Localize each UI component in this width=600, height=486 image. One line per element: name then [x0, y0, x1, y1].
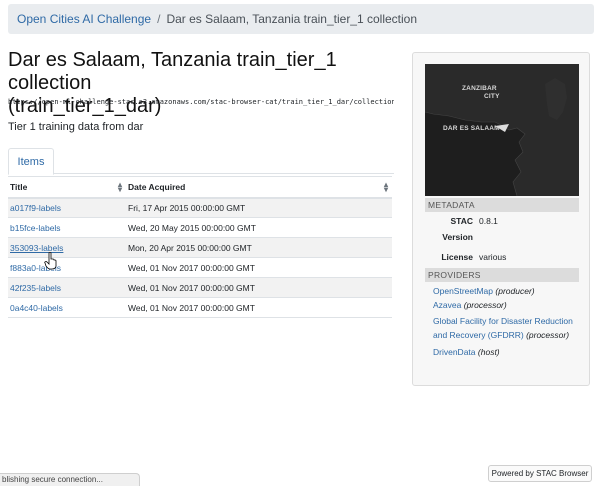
item-date: Wed, 01 Nov 2017 00:00:00 GMT: [126, 277, 392, 298]
browser-status-bar: blishing secure connection...: [0, 473, 140, 486]
item-date: Fri, 17 Apr 2015 00:00:00 GMT: [126, 197, 392, 218]
item-date: Mon, 20 Apr 2015 00:00:00 GMT: [126, 237, 392, 258]
item-date: Wed, 01 Nov 2017 00:00:00 GMT: [126, 257, 392, 278]
page-title-line1: Dar es Salaam, Tanzania train_tier_1 col…: [8, 49, 337, 94]
breadcrumb: Open Cities AI Challenge / Dar es Salaam…: [8, 4, 594, 34]
column-header-date-label: Date Acquired: [128, 181, 186, 192]
table-row: a017f9-labels Fri, 17 Apr 2015 00:00:00 …: [8, 197, 392, 218]
providers-heading: PROVIDERS: [425, 268, 579, 282]
breadcrumb-current: Dar es Salaam, Tanzania train_tier_1 col…: [166, 12, 418, 26]
provider-link[interactable]: DrivenData: [433, 347, 476, 357]
item-title-link[interactable]: 0a4c40-labels: [10, 303, 63, 313]
column-header-date[interactable]: Date Acquired ▴ ▾: [126, 176, 392, 199]
item-title-link[interactable]: 353093-labels: [10, 243, 63, 253]
provider-item: DrivenData (host): [433, 346, 578, 358]
license-key: License: [441, 252, 473, 262]
mouse-pointer-icon: [44, 252, 57, 270]
powered-by-badge: Powered by STAC Browser: [488, 465, 592, 482]
table-row: 0a4c40-labels Wed, 01 Nov 2017 00:00:00 …: [8, 297, 392, 318]
powered-by-link[interactable]: Powered by STAC Browser: [492, 469, 589, 478]
provider-role: (host): [477, 347, 500, 357]
tab-bar: Items: [8, 148, 394, 175]
provider-role: (processor): [463, 300, 507, 310]
stac-version-key-2: Version: [442, 232, 473, 242]
column-header-title[interactable]: Title ▴ ▾: [8, 176, 126, 199]
page-title: Dar es Salaam, Tanzania train_tier_1 col…: [8, 49, 400, 118]
sort-icon[interactable]: ▴ ▾: [118, 181, 122, 194]
provider-role: (producer): [495, 286, 535, 296]
table-row: 353093-labels Mon, 20 Apr 2015 00:00:00 …: [8, 237, 392, 258]
provider-link[interactable]: Azavea: [433, 300, 461, 310]
collection-map[interactable]: ZANZIBAR CITY DAR ES SALAAM: [425, 64, 579, 196]
provider-item: Azavea (processor): [433, 299, 578, 311]
metadata-heading: METADATA: [425, 198, 579, 212]
table-row: b15fce-labels Wed, 20 May 2015 00:00:00 …: [8, 217, 392, 238]
item-title-link[interactable]: b15fce-labels: [10, 223, 61, 233]
breadcrumb-root-link[interactable]: Open Cities AI Challenge: [17, 12, 151, 26]
item-date: Wed, 20 May 2015 00:00:00 GMT: [126, 217, 392, 238]
provider-link[interactable]: OpenStreetMap: [433, 286, 493, 296]
item-date: Wed, 01 Nov 2017 00:00:00 GMT: [126, 297, 392, 318]
table-row: 42f235-labels Wed, 01 Nov 2017 00:00:00 …: [8, 277, 392, 298]
provider-item: OpenStreetMap (producer): [433, 285, 578, 297]
collection-url[interactable]: https://open-ml-challenge-stac.s3.amazon…: [8, 98, 394, 106]
item-title-link[interactable]: a017f9-labels: [10, 203, 61, 213]
map-label-zanzibar-1: ZANZIBAR: [462, 85, 497, 92]
stac-version-key-1: STAC: [450, 216, 473, 226]
collection-sidebar: ZANZIBAR CITY DAR ES SALAAM METADATA STA…: [412, 52, 590, 386]
tab-items[interactable]: Items: [8, 148, 54, 175]
sort-icon[interactable]: ▴ ▾: [384, 181, 388, 194]
table-row: f883a0-labels Wed, 01 Nov 2017 00:00:00 …: [8, 257, 392, 278]
column-header-title-label: Title: [10, 181, 28, 192]
map-label-zanzibar-2: CITY: [484, 93, 500, 100]
map-label-dar: DAR ES SALAAM: [443, 125, 500, 132]
stac-version-value: 0.8.1: [479, 216, 498, 226]
items-table: Title ▴ ▾ Date Acquired ▴ ▾ a017f9-labels …: [8, 176, 392, 318]
provider-item: Global Facility for Disaster Reduction a…: [433, 314, 578, 342]
collection-description: Tier 1 training data from dar: [8, 121, 144, 133]
breadcrumb-separator: /: [157, 12, 161, 26]
provider-role: (processor): [526, 330, 570, 340]
item-title-link[interactable]: 42f235-labels: [10, 283, 61, 293]
license-value: various: [479, 252, 507, 262]
